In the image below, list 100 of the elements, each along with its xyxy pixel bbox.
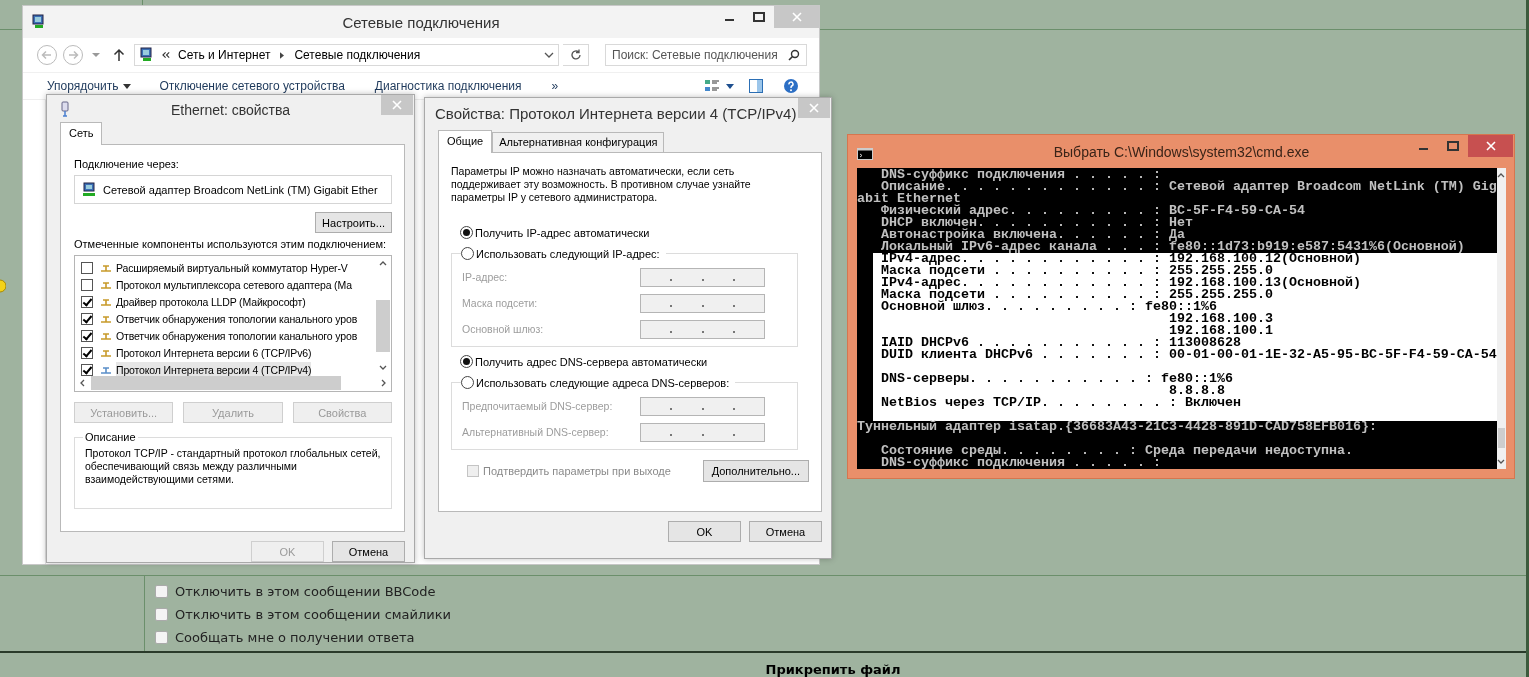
radio-button[interactable]: [461, 376, 474, 389]
scroll-down-icon[interactable]: [379, 365, 387, 370]
scroll-right-icon[interactable]: [381, 379, 386, 387]
radio-button[interactable]: [460, 355, 473, 368]
console-line: 192.168.100.3: [1167, 311, 1273, 326]
checkbox[interactable]: [81, 261, 93, 274]
network-icon: [31, 14, 47, 30]
scroll-thumb[interactable]: [376, 300, 390, 352]
network-icon: [139, 47, 155, 63]
search-icon: [788, 49, 800, 61]
scroll-thumb[interactable]: [91, 376, 341, 390]
scroll-up-icon[interactable]: [379, 261, 387, 266]
checkbox[interactable]: [81, 295, 93, 308]
group-title: Описание: [84, 431, 137, 443]
preview-pane-icon[interactable]: [748, 78, 764, 94]
radio-label: Использовать следующие адреса DNS-серверов:: [476, 376, 730, 389]
dialog-title: Ethernet: свойства: [170, 102, 291, 118]
toolbar-menu[interactable]: Упорядочить: [47, 79, 119, 93]
search-field[interactable]: Поиск: Сетевые подключения: [605, 44, 807, 66]
component-item[interactable]: Протокол Интернета версии 6 (TCP/IPv6): [116, 344, 312, 361]
checkbox[interactable]: [81, 329, 93, 342]
component-item[interactable]: Ответчик обнаружения топологии канального уров: [116, 327, 358, 344]
field-label: Альтернативный DNS-сервер:: [462, 426, 609, 438]
up-arrow-icon[interactable]: [113, 48, 125, 62]
console-line: DNS-суффикс подключения . . . . . :: [880, 167, 1161, 182]
console-line: Автонастройка включена. . . . . . : Да: [880, 227, 1185, 242]
checkbox[interactable]: [81, 312, 93, 325]
console-line: Физический адрес. . . . . . . . . : BC-5F-F4-59-CA-54: [880, 203, 1305, 218]
tab[interactable]: Альтернативная конфигурация: [492, 132, 665, 152]
component-item[interactable]: Протокол Интернета версии 4 (TCP/IPv4): [116, 361, 312, 378]
maximize-icon: [753, 12, 765, 22]
smiley-icon: [0, 279, 6, 293]
toolbar-button[interactable]: Отключение сетевого устройства: [159, 79, 345, 93]
tab[interactable]: Общие: [438, 130, 493, 153]
console-line: Туннельный адаптер isatap.{36683A43-21C3-4428-891D-CAD758EFB016}:: [857, 419, 1377, 434]
checkbox[interactable]: [81, 363, 93, 376]
view-icon[interactable]: [704, 78, 720, 94]
checkbox[interactable]: [155, 631, 168, 644]
configure-button[interactable]: Настроить...: [315, 212, 392, 233]
advanced-button[interactable]: Дополнительно...: [702, 460, 809, 482]
option-label: Сообщать мне о получении ответа: [175, 630, 415, 645]
separator-icon: [280, 51, 285, 59]
scroll-down-icon[interactable]: [1497, 459, 1506, 464]
console-line: 192.168.100.1: [1167, 323, 1273, 338]
address-bar[interactable]: Сеть и Интернет Сетевые подключения: [134, 44, 559, 66]
window-title: Выбрать C:\Windows\system32\cmd.exe: [1053, 144, 1310, 160]
console-icon: [857, 148, 873, 160]
ip-address-field[interactable]: [640, 267, 765, 287]
scrollbar[interactable]: [1496, 168, 1506, 469]
ip-address-field[interactable]: [640, 396, 765, 416]
breadcrumb-item[interactable]: Сетевые подключения: [294, 48, 421, 62]
intro-text: Параметры IP можно назначать автоматически, если сеть поддерживает эту возможность. В противном случае узнайте параметры IP у сетевого администратора.: [451, 165, 752, 204]
field-label: Предпочитаемый DNS-сервер:: [462, 400, 613, 412]
component-item[interactable]: Расширяемый виртуальный коммутатор Hyper-V: [116, 259, 348, 276]
dialog-button[interactable]: Отмена: [749, 521, 822, 542]
console-line: Локальный IPv6-адрес канала . . . : fe80::1d73:b919:e587:5431%6(Основной): [880, 239, 1465, 254]
radio-label: Получить IP-адрес автоматически: [475, 226, 650, 239]
scroll-up-icon[interactable]: [1497, 173, 1506, 178]
protocol-icon: [100, 280, 112, 289]
help-icon[interactable]: [783, 78, 799, 94]
radio-label: Использовать следующий IP-адрес:: [476, 247, 660, 260]
scroll-left-icon[interactable]: [80, 379, 85, 387]
radio-button[interactable]: [460, 226, 473, 239]
field-label: Основной шлюз:: [462, 323, 544, 335]
component-item[interactable]: Протокол мультиплексора сетевого адаптера (Ма: [116, 276, 352, 293]
console-line: 8.8.8.8: [1167, 383, 1225, 398]
component-item[interactable]: Драйвер протокола LLDP (Майкрософт): [116, 293, 306, 310]
close-icon: [1485, 141, 1496, 151]
component-item[interactable]: Ответчик обнаружения топологии канального уров: [116, 310, 358, 327]
minimize-icon: [1418, 148, 1428, 150]
caret-icon[interactable]: [726, 83, 734, 89]
section-heading: Прикрепить файл: [765, 662, 901, 677]
checkbox[interactable]: [81, 346, 93, 359]
option-label: Отключить в этом сообщении смайлики: [175, 607, 452, 622]
close-icon: [809, 103, 819, 113]
radio-button[interactable]: [461, 247, 474, 260]
checkbox[interactable]: [155, 608, 168, 621]
ip-address-field[interactable]: [640, 422, 765, 442]
tab[interactable]: Сеть: [60, 122, 103, 145]
more-button[interactable]: »: [551, 79, 559, 93]
dialog-button[interactable]: OK: [668, 521, 741, 542]
console-line: DUID клиента DHCPv6 . . . . . . . : 00-01-00-01-1E-32-A5-95-BC-5F-F4-59-CA-54: [880, 347, 1497, 362]
close-icon: [791, 12, 802, 22]
dropdown-icon[interactable]: [544, 52, 554, 58]
ip-address-field[interactable]: [640, 293, 765, 313]
dialog-button[interactable]: Отмена: [332, 541, 405, 562]
checkbox[interactable]: [81, 278, 93, 291]
breadcrumb-item[interactable]: Сеть и Интернет: [178, 48, 271, 62]
minimize-icon: [724, 19, 734, 21]
console-line: Состояние среды. . . . . . . . : Среда передачи недоступна.: [880, 443, 1353, 458]
option-label: Отключить в этом сообщении BBCode: [175, 584, 436, 599]
close-button[interactable]: [1468, 135, 1513, 157]
checkbox[interactable]: [155, 585, 168, 598]
scroll-thumb[interactable]: [1497, 428, 1505, 448]
ip-address-field[interactable]: [640, 319, 765, 339]
refresh-button[interactable]: [563, 44, 589, 66]
toolbar-button[interactable]: Диагностика подключения: [374, 79, 522, 93]
checkbox-label: Подтвердить параметры при выходе: [483, 465, 671, 477]
radio-label: Получить адрес DNS-сервера автоматически: [475, 355, 708, 368]
protocol-icon: [100, 331, 112, 340]
